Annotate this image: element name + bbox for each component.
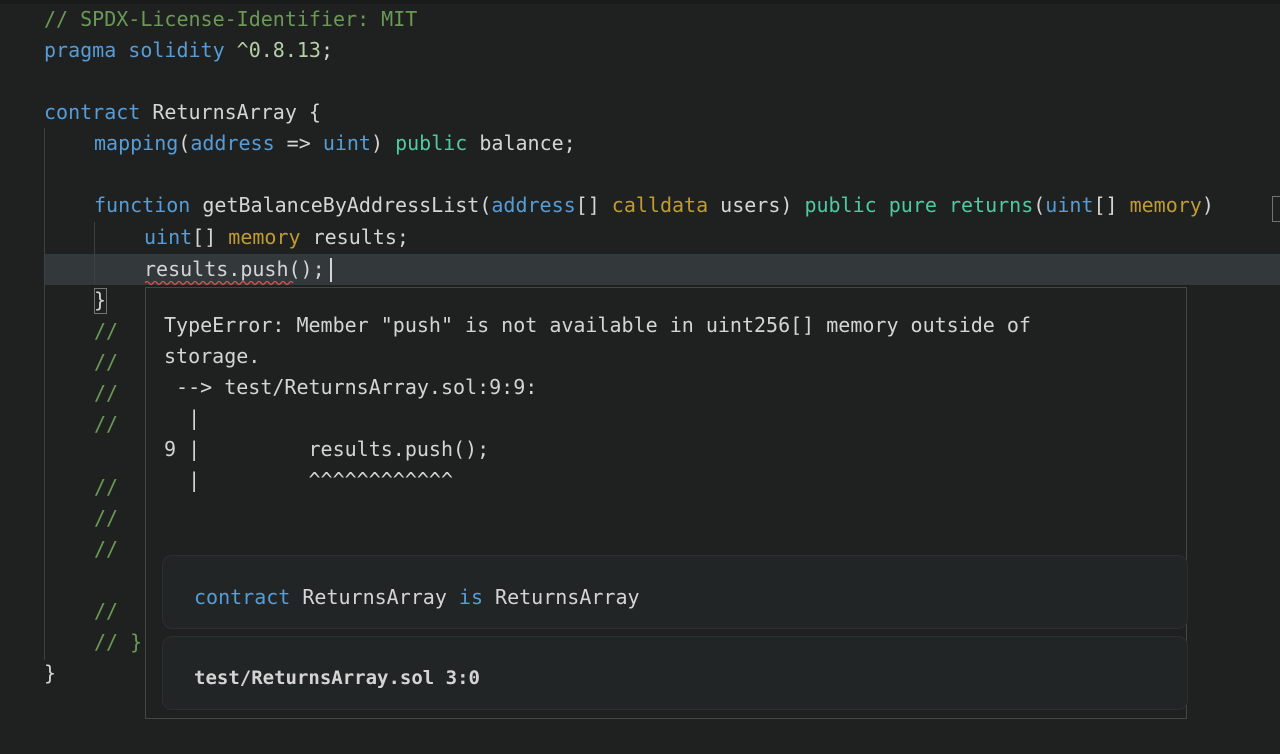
definition-location[interactable]: test/ReturnsArray.sol 3:0 [194,663,480,694]
token-pure: pure [888,193,937,217]
token-contract-name: ReturnsArray [290,585,459,609]
contract-signature: contract ReturnsArray is ReturnsArray [194,582,640,613]
code-line-4[interactable]: contract ReturnsArray { [44,97,321,128]
text-cursor [330,258,332,282]
code-line-comment[interactable]: // [94,316,118,347]
token-address: address [491,193,576,217]
code-line-comment[interactable]: // [94,503,118,534]
token-version: ^0.8.13 [236,38,321,62]
code-line-closing-brace[interactable]: } [44,658,56,689]
token-results: results; [300,225,409,249]
token-paren-close: ) [1201,193,1214,217]
code-editor[interactable]: // SPDX-License-Identifier: MIT pragma s… [0,0,1280,754]
token-bracket: [] [192,225,229,249]
token-uint: uint [144,225,193,249]
code-line-7[interactable]: function getBalanceByAddressList(address… [94,190,1214,221]
token-paren: ) [370,131,396,155]
token-calldata: calldata [611,193,709,217]
token-function-name: getBalanceByAddressList( [190,193,492,217]
token-semicolon: ; [320,38,334,62]
bracket-match-highlight [1272,196,1280,222]
code-line-comment[interactable]: // [94,472,118,503]
indent-guide [44,128,45,660]
token-public: public [395,131,468,155]
code-line-2[interactable]: pragma solidity ^0.8.13; [44,35,333,66]
token-paren: ( [1033,193,1046,217]
token-uint: uint [322,131,371,155]
token-mapping: mapping [94,131,179,155]
code-line-5[interactable]: mapping(address => uint) public balance; [94,128,576,159]
token-base-name: ReturnsArray [483,585,640,609]
token-pragma: pragma [44,38,117,62]
token-memory: memory [1129,193,1202,217]
token-address: address [190,131,275,155]
token-paren: ( [178,131,191,155]
token-uint: uint [1045,193,1094,217]
code-line-1[interactable]: // SPDX-License-Identifier: MIT [44,4,417,35]
error-squiggle [145,280,294,286]
token-memory: memory [228,225,301,249]
token-contract: contract [44,100,141,124]
code-line-comment[interactable]: // } [94,627,142,658]
indent-guide [94,222,95,284]
hover-tooltip[interactable]: TypeError: Member "push" is not availabl… [145,287,1188,719]
token-public: public [804,193,877,217]
token-returns: returns [948,193,1034,217]
token-bracket: [] [1093,193,1130,217]
token-arrow: => [274,131,323,155]
code-line-comment[interactable]: // [94,378,118,409]
code-line-comment[interactable]: // [94,347,118,378]
diagnostic-message: TypeError: Member "push" is not availabl… [164,313,1031,492]
token-function: function [94,193,191,217]
code-line-comment[interactable]: // [94,596,118,627]
token-users: users) [708,193,805,217]
token-bracket: [] [575,193,612,217]
token-balance: balance; [467,131,576,155]
token-contract: contract [194,585,291,609]
code-line-8[interactable]: uint[] memory results; [144,222,409,253]
code-line-comment[interactable]: // [94,409,118,440]
token-solidity: solidity [128,38,225,62]
bracket-match-highlight [94,288,107,314]
token-contract-name: ReturnsArray { [140,100,321,124]
token-is: is [458,585,483,609]
code-line-comment[interactable]: // [94,534,118,565]
